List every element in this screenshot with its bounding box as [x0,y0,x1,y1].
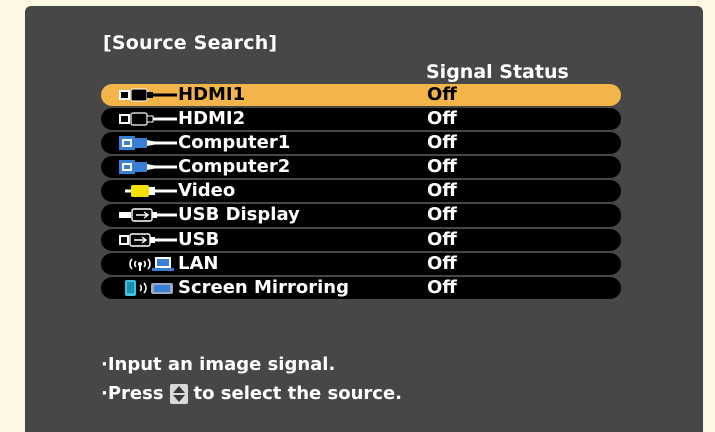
signal-status-header: Signal Status [426,61,569,83]
help-text-select-source: ·Press to select the source. [101,383,402,404]
vga-cable-icon [119,136,177,151]
source-status: Off [427,204,457,226]
source-label: Video [178,180,236,202]
source-row-video[interactable]: Video Off [101,180,621,203]
wireless-lan-icon [129,256,174,271]
source-status: Off [427,276,457,298]
vga-cable-icon [119,160,177,175]
source-search-menu: [Source Search] Signal Status HDMI1 Off … [25,6,703,432]
hdmi-cable-icon [119,88,177,102]
source-row-screen-mirroring[interactable]: Screen Mirroring Off [101,276,621,299]
source-status: Off [427,132,457,154]
source-row-computer2[interactable]: Computer2 Off [101,156,621,179]
source-status: Off [427,84,457,105]
source-status: Off [427,156,457,178]
source-row-usb[interactable]: USB Off [101,228,621,251]
source-row-hdmi2[interactable]: HDMI2 Off [101,108,621,131]
source-label: Screen Mirroring [178,276,349,298]
usb-device-icon [119,232,177,247]
source-label: Computer2 [178,156,291,178]
help-press-label: ·Press [101,383,164,404]
hdmi-cable-icon [119,112,177,126]
source-label: Computer1 [178,132,291,154]
up-down-arrow-icon [169,384,188,404]
source-status: Off [427,108,457,130]
screen-mirroring-icon [125,279,173,296]
source-label: USB [178,228,220,250]
source-label: USB Display [178,204,300,226]
source-row-computer1[interactable]: Computer1 Off [101,132,621,155]
usb-cable-icon [119,208,177,223]
source-row-lan[interactable]: LAN Off [101,252,621,275]
source-list: HDMI1 Off HDMI2 Off Computer1 Off Comput… [101,84,621,301]
source-row-hdmi1[interactable]: HDMI1 Off [101,84,621,107]
menu-title: [Source Search] [103,32,278,54]
source-label: LAN [178,252,219,274]
source-label: HDMI1 [178,84,246,105]
source-status: Off [427,180,457,202]
source-status: Off [427,252,457,274]
source-label: HDMI2 [178,108,246,130]
source-row-usb-display[interactable]: USB Display Off [101,204,621,227]
help-select-label: to select the source. [193,383,403,404]
rca-video-cable-icon [125,185,177,198]
help-text-input-signal: ·Input an image signal. [101,354,336,375]
source-status: Off [427,228,457,250]
